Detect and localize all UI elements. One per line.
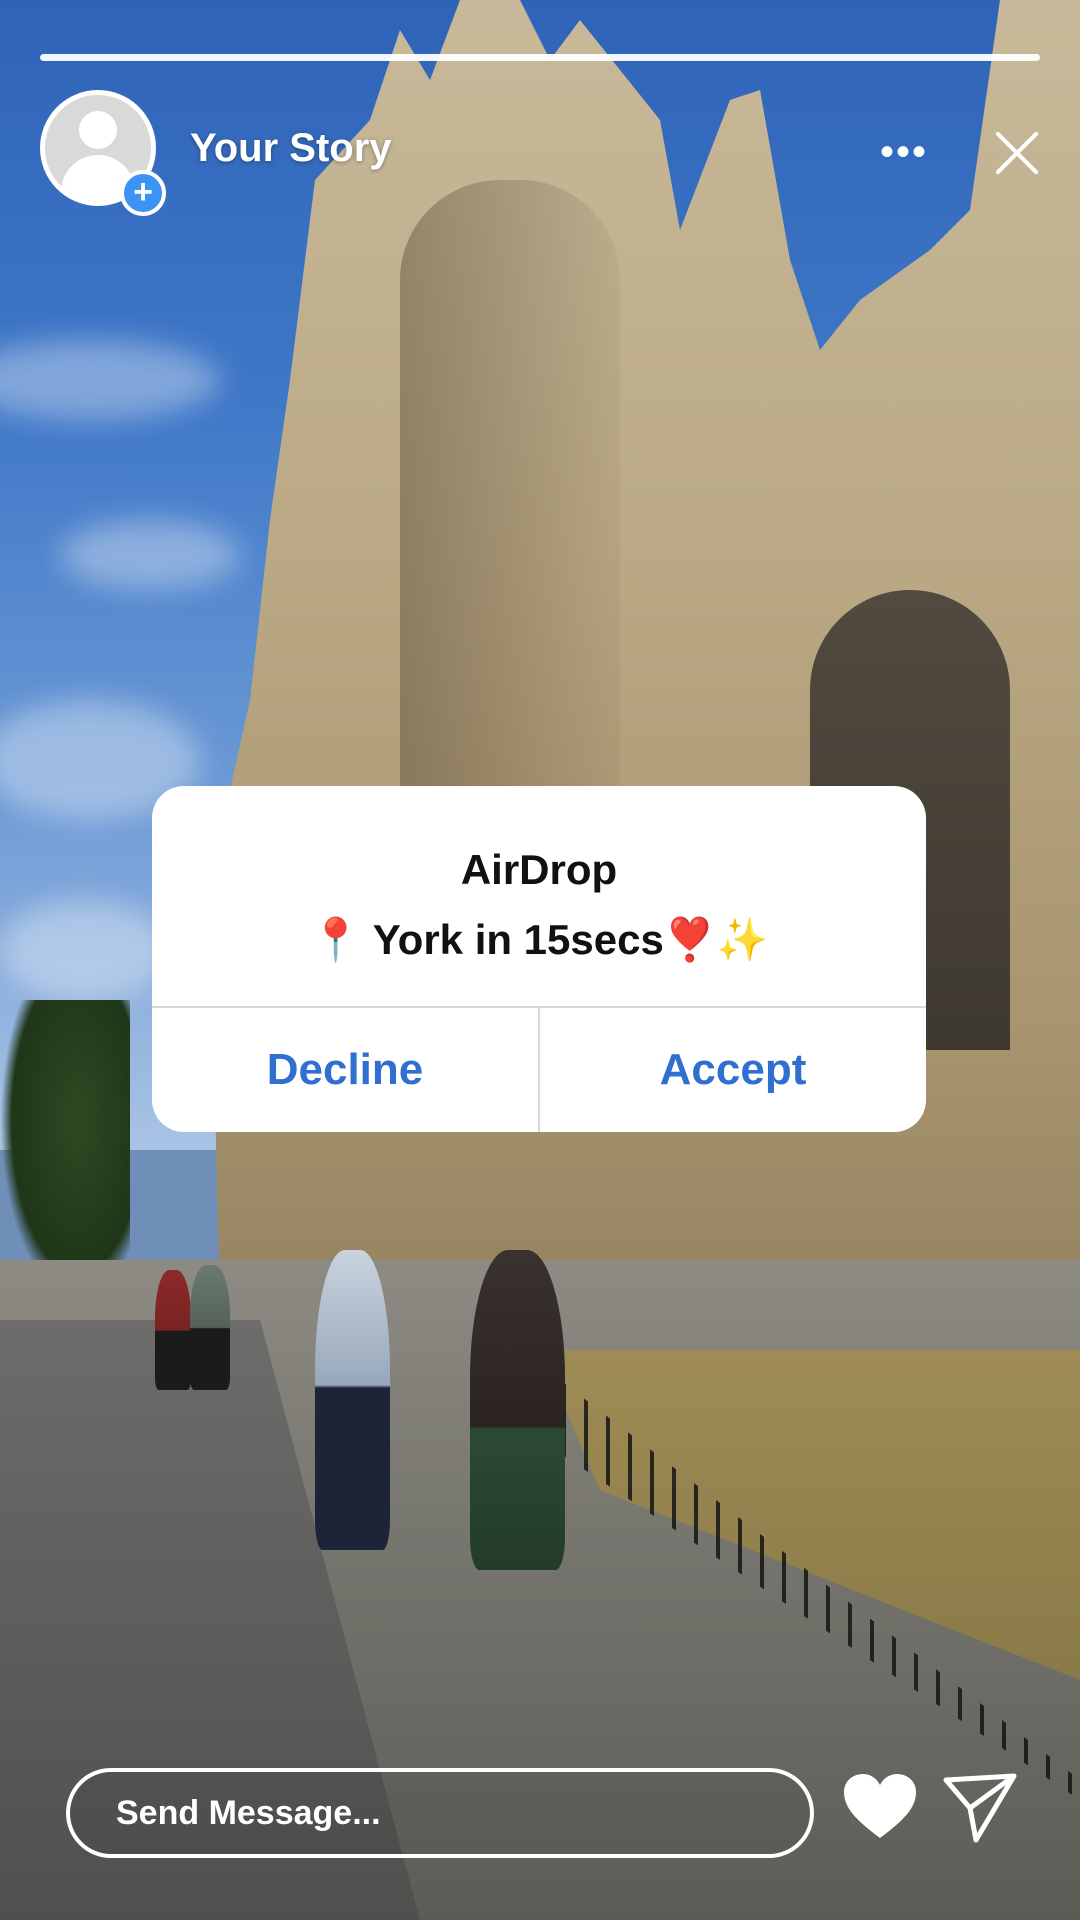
pedestrian — [155, 1270, 191, 1390]
pedestrian — [190, 1265, 230, 1390]
story-screen: + Your Story ••• AirDrop 📍 York in 15sec… — [0, 0, 1080, 1920]
paper-plane-icon[interactable] — [942, 1772, 1018, 1844]
accept-button[interactable]: Accept — [540, 1008, 926, 1132]
alert-title: AirDrop — [460, 846, 618, 893]
cloud — [0, 900, 170, 1000]
add-story-icon[interactable]: + — [120, 170, 166, 216]
send-message-placeholder: Send Message... — [116, 1794, 381, 1832]
heart-icon[interactable] — [842, 1772, 918, 1842]
pedestrian — [470, 1250, 565, 1570]
decline-button[interactable]: Decline — [152, 1008, 538, 1132]
story-progress-bar — [40, 54, 1040, 61]
pedestrian — [315, 1250, 390, 1550]
story-title[interactable]: Your Story — [190, 126, 392, 171]
cloud — [60, 520, 240, 590]
tower-shadow — [400, 180, 620, 830]
airdrop-alert: AirDrop 📍 York in 15secs❣️✨ Decline Acce… — [152, 786, 926, 1132]
close-icon[interactable] — [992, 128, 1042, 178]
person-placeholder-icon — [79, 111, 117, 149]
story-header: + Your Story ••• — [0, 88, 1080, 218]
alert-message: 📍 York in 15secs❣️✨ — [309, 916, 769, 963]
trees — [0, 1000, 130, 1300]
more-options-icon[interactable]: ••• — [880, 132, 940, 172]
send-message-input[interactable]: Send Message... — [66, 1768, 814, 1858]
